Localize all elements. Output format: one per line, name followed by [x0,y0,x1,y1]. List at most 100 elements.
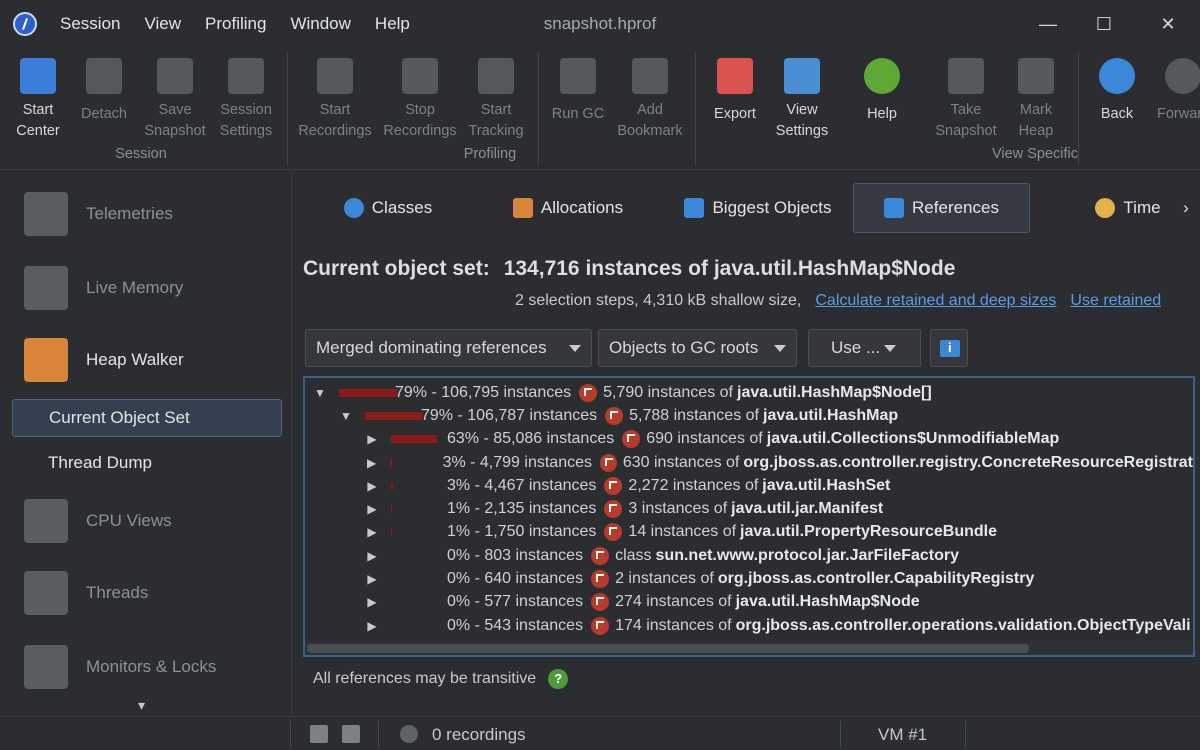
tree-row[interactable]: ▶ 0% - 577 instances 274 instances of java.… [305,591,1193,614]
expand-icon[interactable]: ▶ [365,525,379,539]
expand-icon[interactable]: ▶ [365,479,379,493]
pin-icon[interactable] [310,725,328,743]
tree-row[interactable]: ▶ 0% - 803 instances class sun.net.www.prot… [305,544,1193,567]
expand-icon[interactable]: ▶ [365,502,379,516]
expand-icon[interactable]: ▶ [365,456,378,470]
expand-icon[interactable]: ▶ [365,619,379,633]
stop-recordings-button[interactable]: Stop Recordings [382,54,458,144]
row-class-name: java.util.HashMap$Node [735,593,920,611]
detach-button[interactable]: Detach [66,54,142,144]
toolbar-separator [695,52,696,166]
object-set-heading: Current object set: 134,716 instances of … [303,257,956,280]
info-button[interactable] [930,329,968,367]
tab-biggest-objects[interactable]: Biggest Objects [678,183,838,233]
percentage-bar-track [379,617,447,635]
tree-row[interactable]: ▶ 3% - 4,799 instances 630 instances of org… [305,451,1193,474]
minimize-button[interactable]: — [1020,0,1076,48]
sidebar-item-current-object-set[interactable]: Current Object Set [12,399,282,437]
tabs-scroll-right-icon[interactable]: › [1178,183,1194,233]
sidebar-item-heap-walker[interactable]: Heap Walker [12,330,282,390]
clock-icon [1095,198,1116,218]
tree-row[interactable]: ▶ 1% - 1,750 instances 14 instances of java… [305,521,1193,544]
status-separator [290,721,291,747]
session-settings-button[interactable]: Session Settings [208,54,284,144]
percentage-bar-track [379,593,447,611]
help-icon[interactable]: ? [548,669,569,689]
menu-profiling[interactable]: Profiling [193,14,278,34]
view-settings-button[interactable]: View Settings [764,54,840,144]
info-icon [940,340,960,357]
menu-window[interactable]: Window [278,14,362,34]
classes-icon [343,198,364,218]
tree-row[interactable]: ▶ 1% - 2,135 instances 3 instances of java.… [305,498,1193,521]
expand-icon[interactable]: ▶ [365,432,379,446]
sidebar-item-live-memory[interactable]: Live Memory [12,258,282,318]
vm-label[interactable]: VM #1 [878,725,927,745]
tree-row[interactable]: ▼ 79% - 106,795 instances 5,790 instances … [305,381,1193,404]
help-button[interactable]: Help [844,54,920,144]
sidebar-item-monitors-locks[interactable]: Monitors & Locks [12,637,282,697]
back-button[interactable]: Back [1079,54,1155,144]
percentage-bar [390,458,393,467]
reference-mode-select[interactable]: Merged dominating references [305,329,592,367]
forward-button[interactable]: Forwar [1147,54,1200,144]
use-select[interactable]: Use ... [808,329,921,367]
scrollbar-thumb[interactable] [307,644,1029,653]
export-button[interactable]: Export [697,54,773,144]
expand-icon[interactable]: ▶ [365,572,379,586]
run-gc-button[interactable]: Run GC [540,54,616,144]
percentage-bar-track [379,500,447,518]
heap-walker-icon [24,338,68,382]
sidebar-item-threads[interactable]: Threads [12,563,282,623]
add-bookmark-button[interactable]: Add Bookmark [612,54,688,144]
sidebar-item-cpu-views[interactable]: CPU Views [12,491,282,551]
row-class-name: org.jboss.as.controller.operations.valid… [735,616,1191,634]
use-retained-link[interactable]: Use retained [1070,292,1161,309]
start-center-button[interactable]: Start Center [0,54,76,144]
start-tracking-button[interactable]: Start Tracking [458,54,534,144]
menu-help[interactable]: Help [363,14,422,34]
telemetries-icon [24,192,68,236]
direction-select[interactable]: Objects to GC roots [598,329,797,367]
collapse-icon[interactable]: ▼ [339,409,353,423]
pin-icon [1018,58,1054,94]
menu-session[interactable]: Session [48,14,132,34]
tree-row[interactable]: ▶ 0% - 640 instances 2 instances of org.jbo… [305,567,1193,590]
tab-time[interactable]: Time [1088,183,1168,233]
horizontal-scrollbar[interactable] [305,641,1193,655]
row-class-name: java.util.Collections$UnmodifiableMap [766,430,1060,448]
status-separator [840,721,841,747]
menu-view[interactable]: View [132,14,193,34]
row-prefix: 3 instances of [628,500,728,518]
collapse-icon[interactable]: ▼ [313,386,327,400]
calculate-retained-link[interactable]: Calculate retained and deep sizes [815,292,1056,309]
percentage-bar-track [379,523,447,541]
references-tree[interactable]: ▶ 0% - 543 instances 174 instances of org.j… [303,376,1195,657]
take-snapshot-button[interactable]: Take Snapshot [928,54,1004,144]
tab-allocations[interactable]: Allocations [498,183,638,233]
references-icon [884,198,905,218]
reference-arrow-icon [591,593,610,612]
tree-row[interactable]: ▶ 63% - 85,086 instances 690 instances of j… [305,428,1193,451]
live-memory-icon [24,266,68,310]
expand-icon[interactable]: ▶ [365,549,379,563]
maximize-button[interactable]: ☐ [1076,0,1132,48]
save-snapshot-button[interactable]: Save Snapshot [137,54,213,144]
tree-row[interactable]: ▶ 3% - 4,467 instances 2,272 instances of j… [305,474,1193,497]
tree-row[interactable]: ▶ 0% - 543 instances 174 instances of org.j… [305,614,1193,637]
close-button[interactable]: ✕ [1140,0,1196,48]
expand-icon[interactable]: ▶ [365,595,379,609]
toolbar-separator [287,52,288,166]
row-class-name: java.util.HashMap [763,406,899,424]
flag-icon[interactable] [342,725,360,743]
main-panel: Classes Allocations Biggest Objects Refe… [293,171,1200,716]
percentage-bar-track [379,547,447,565]
tab-references[interactable]: References [853,183,1030,233]
sidebar-item-thread-dump[interactable]: Thread Dump [12,444,282,482]
tree-row[interactable]: ▼ 79% - 106,787 instances 5,788 instances … [305,404,1193,427]
mark-heap-button[interactable]: Mark Heap [998,54,1074,144]
start-recordings-button[interactable]: Start Recordings [297,54,373,144]
sidebar-scroll-down-icon[interactable]: ▾ [138,697,145,714]
tab-classes[interactable]: Classes [313,183,463,233]
sidebar-item-telemetries[interactable]: Telemetries [12,184,282,244]
